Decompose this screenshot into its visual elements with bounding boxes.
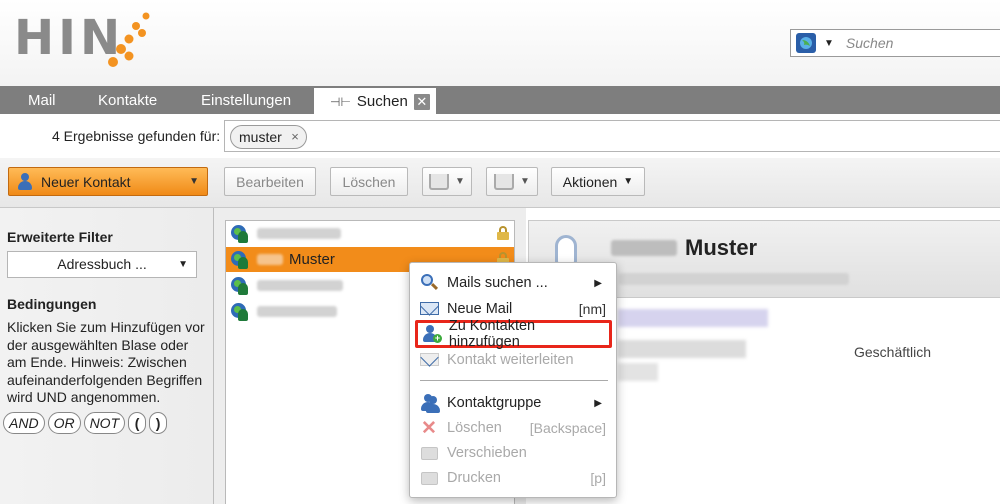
menu-item-shortcut: [Backspace] — [529, 420, 606, 436]
delete-icon: ✕ — [421, 418, 437, 439]
tab-suchen-label: Suchen — [356, 93, 408, 110]
menu-item-label: Zu Kontakten hinzufügen — [448, 318, 536, 350]
lock-icon — [497, 226, 509, 240]
edit-button[interactable]: Bearbeiten — [224, 167, 316, 196]
contact-detail-surname: Muster — [685, 235, 758, 260]
list-item[interactable] — [226, 221, 514, 246]
contact-full-name: Muster — [611, 235, 757, 261]
chevron-down-icon: ▼ — [455, 176, 465, 187]
redacted-phone — [618, 340, 746, 358]
menu-item-label: Drucken — [447, 470, 501, 486]
close-paren-button[interactable]: ) — [149, 412, 168, 434]
redacted-email — [618, 309, 768, 327]
forward-contact-icon — [420, 351, 440, 369]
conditions-help-text: Klicken Sie zum Hinzufügen vor der ausge… — [7, 319, 205, 405]
advanced-filter-title: Erweiterte Filter — [7, 229, 113, 245]
query-chip-text: muster — [239, 129, 282, 145]
app-header: HIN ▼ Suchen — [0, 0, 1000, 86]
menu-item-shortcut: [nm] — [578, 301, 606, 317]
chevron-down-icon[interactable]: ▼ — [189, 176, 199, 187]
menu-item-forward-contact[interactable]: Kontakt weiterleiten — [410, 348, 616, 372]
new-contact-icon — [17, 172, 35, 191]
context-menu: Mails suchen ... ▶ Neue Mail [nm] + Zu K… — [409, 262, 617, 498]
tab-mail[interactable]: Mail — [28, 92, 56, 109]
addressbook-select[interactable]: Adressbuch ... ▼ — [7, 251, 197, 278]
chevron-down-icon: ▼ — [623, 176, 634, 187]
search-box[interactable]: ▼ Suchen — [790, 29, 1000, 57]
submenu-arrow-icon: ▶ — [594, 397, 602, 409]
new-contact-button[interactable]: Neuer Kontakt ▼ — [8, 167, 208, 196]
menu-item-print[interactable]: Drucken [p] — [410, 466, 616, 490]
menu-item-label: Kontaktgruppe — [447, 395, 542, 411]
search-results-bar: 4 Ergebnisse gefunden für: muster × — [0, 114, 1000, 158]
globe-search-icon[interactable] — [796, 33, 816, 53]
menu-item-delete[interactable]: ✕ Löschen [Backspace] — [410, 416, 616, 440]
delete-button[interactable]: Löschen — [330, 167, 408, 196]
operator-not-button[interactable]: NOT — [83, 412, 126, 434]
magnifier-icon — [420, 274, 440, 292]
menu-item-label: Löschen — [447, 420, 502, 436]
print-icon — [420, 469, 440, 487]
search-scope-dropdown-icon[interactable]: ▼ — [824, 38, 834, 49]
contact-globe-icon — [231, 276, 249, 295]
envelope-icon — [420, 300, 440, 318]
menu-item-label: Verschieben — [447, 445, 527, 461]
operator-and-button[interactable]: AND — [3, 412, 45, 434]
conditions-title: Bedingungen — [7, 296, 97, 312]
search-input[interactable]: Suchen — [846, 35, 893, 51]
main-tab-bar: Mail Kontakte Einstellungen ⊣⊢ Suchen ✕ — [0, 86, 1000, 114]
actions-label: Aktionen — [562, 173, 618, 190]
menu-item-label: Neue Mail — [447, 301, 513, 317]
addressbook-select-value: Adressbuch ... — [57, 256, 147, 272]
menu-item-add-to-contacts[interactable]: + Zu Kontakten hinzufügen — [415, 318, 612, 350]
menu-item-search-mails[interactable]: Mails suchen ... ▶ — [410, 271, 616, 295]
operator-or-button[interactable]: OR — [47, 412, 81, 434]
move-icon — [420, 444, 440, 462]
contact-type-label: Geschäftlich — [854, 344, 932, 360]
tab-kontakte[interactable]: Kontakte — [98, 92, 157, 109]
menu-separator — [420, 380, 608, 381]
redacted-first-name — [257, 254, 283, 265]
filter-panel: Erweiterte Filter Adressbuch ... ▼ Bedin… — [0, 208, 214, 504]
actions-button[interactable]: Aktionen ▼ — [551, 167, 645, 196]
redacted-first-name — [611, 240, 677, 256]
chevron-down-icon: ▼ — [520, 176, 530, 187]
toolbar: Neuer Kontakt ▼ Bearbeiten Löschen ▼ ▼ A… — [0, 158, 1000, 208]
close-icon[interactable]: ✕ — [413, 94, 430, 110]
redacted-organization — [619, 273, 849, 285]
menu-item-label: Kontakt weiterleiten — [447, 352, 574, 368]
contact-surname: Muster — [289, 251, 335, 268]
menu-item-label: Mails suchen ... — [447, 275, 548, 291]
menu-item-contact-group[interactable]: Kontaktgruppe ▶ — [410, 391, 616, 415]
contact-globe-icon — [231, 250, 249, 269]
query-chip[interactable]: muster × — [230, 125, 307, 149]
redacted-extra — [618, 363, 658, 381]
tray-icon — [429, 173, 450, 190]
menu-item-shortcut: [p] — [590, 470, 606, 486]
chevron-down-icon: ▼ — [178, 259, 188, 270]
redacted-name — [257, 306, 337, 317]
add-contact-icon: + — [422, 325, 442, 343]
submenu-arrow-icon: ▶ — [594, 277, 602, 289]
logo-dots — [108, 12, 150, 67]
print-dropdown-button[interactable]: ▼ — [486, 167, 538, 196]
contact-group-icon — [420, 394, 440, 413]
open-paren-button[interactable]: ( — [128, 412, 147, 434]
new-contact-label: Neuer Kontakt — [41, 173, 131, 190]
redacted-name — [257, 280, 343, 291]
results-count-label: 4 Ergebnisse gefunden für: — [52, 128, 221, 144]
pin-icon[interactable]: ⊣⊢ — [330, 95, 351, 109]
chip-remove-icon[interactable]: × — [291, 126, 299, 148]
redacted-name — [257, 228, 341, 239]
move-dropdown-button[interactable]: ▼ — [422, 167, 472, 196]
operator-buttons: AND OR NOT ( ) — [3, 412, 168, 434]
menu-item-move[interactable]: Verschieben — [410, 441, 616, 465]
contact-globe-icon — [231, 224, 249, 243]
search-query-field[interactable]: muster × — [224, 120, 1000, 152]
contact-globe-icon — [231, 302, 249, 321]
tab-einstellungen[interactable]: Einstellungen — [201, 92, 291, 109]
tab-suchen[interactable]: ⊣⊢ Suchen ✕ — [314, 88, 436, 114]
printer-icon — [494, 173, 515, 190]
